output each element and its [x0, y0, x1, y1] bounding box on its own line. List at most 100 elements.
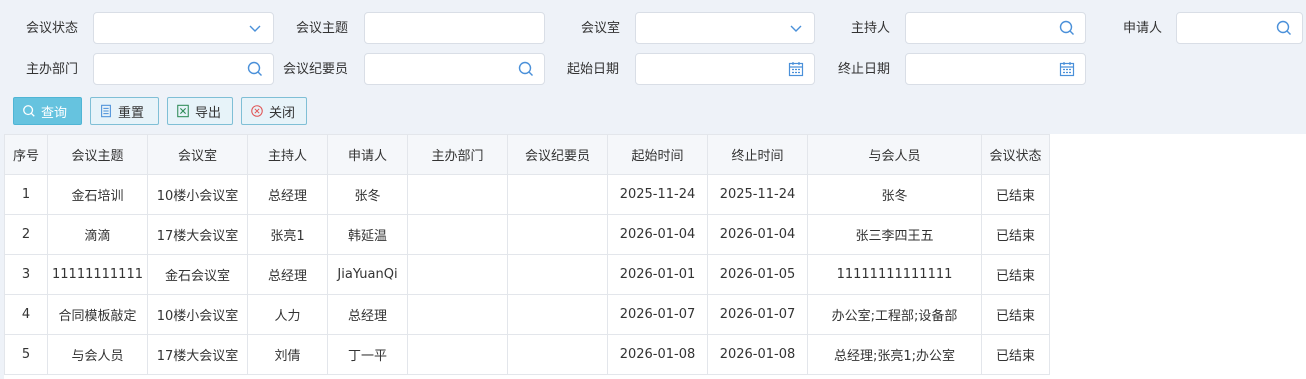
col-header-host[interactable]: 主持人: [247, 134, 328, 175]
cell-topic: 与会人员: [47, 334, 148, 375]
cell-recorder: [507, 214, 608, 255]
cell-dept: [407, 214, 508, 255]
cell-dept: [407, 254, 508, 295]
close-button[interactable]: 关闭: [241, 97, 307, 125]
col-header-applicant[interactable]: 申请人: [327, 134, 408, 175]
reset-button[interactable]: 重置: [90, 97, 159, 125]
topic-input[interactable]: [364, 12, 545, 44]
search-icon: [23, 105, 35, 117]
cell-dept: [407, 174, 508, 215]
cell-attendees: 张冬: [807, 174, 982, 215]
cell-applicant: 张冬: [327, 174, 408, 215]
col-header-end-time[interactable]: 终止时间: [707, 134, 808, 175]
cell-start-time: 2025-11-24: [607, 174, 708, 215]
document-icon: [101, 104, 111, 118]
cell-topic: 金石培训: [47, 174, 148, 215]
export-button[interactable]: 导出: [167, 97, 233, 125]
cell-end-time: 2026-01-07: [707, 294, 808, 335]
topic-label: 会议主题: [296, 21, 349, 36]
cell-recorder: [507, 174, 608, 215]
cell-status: 已结束: [981, 294, 1050, 335]
cell-topic: 滴滴: [47, 214, 148, 255]
cell-status: 已结束: [981, 174, 1050, 215]
chevron-down-icon: [790, 25, 802, 32]
meeting-table-container: 序号 会议主题 会议室 主持人 申请人 主办部门 会议纪要员 起始时间 终止时间…: [4, 134, 1306, 379]
applicant-label: 申请人: [1123, 21, 1163, 36]
cell-attendees: 张三李四王五: [807, 214, 982, 255]
applicant-input[interactable]: [1176, 12, 1303, 44]
close-label: 关闭: [269, 105, 296, 121]
filter-panel: 会议状态 会议主题 会议室 主持人 申请人 主办部门 会议纪要员 起始日期 终止…: [0, 0, 1306, 93]
cell-host: 刘倩: [247, 334, 328, 375]
chevron-down-icon: [249, 25, 261, 32]
table-row[interactable]: 4 合同模板敲定 10楼小会议室 人力 总经理 2026-01-07 2026-01-07 办…: [4, 294, 1050, 335]
cell-end-time: 2026-01-08: [707, 334, 808, 375]
recorder-input[interactable]: [364, 53, 545, 85]
cell-index: 1: [4, 174, 48, 215]
export-label: 导出: [195, 105, 222, 121]
cell-index: 3: [4, 254, 48, 295]
table-row[interactable]: 1 金石培训 10楼小会议室 总经理 张冬 2025-11-24 2025-11-24 张冬已…: [4, 174, 1050, 215]
calendar-icon[interactable]: [788, 61, 804, 77]
table-row[interactable]: 3 11111111111 金石会议室 总经理 JiaYuanQi 2026-01-01 2…: [4, 254, 1050, 295]
cell-applicant: JiaYuanQi: [327, 254, 408, 295]
status-select[interactable]: [93, 12, 274, 44]
start-date-input[interactable]: [635, 53, 815, 85]
col-header-recorder[interactable]: 会议纪要员: [507, 134, 608, 175]
cell-start-time: 2026-01-07: [607, 294, 708, 335]
col-header-dept[interactable]: 主办部门: [407, 134, 508, 175]
cell-topic: 合同模板敲定: [47, 294, 148, 335]
cell-start-time: 2026-01-01: [607, 254, 708, 295]
cell-start-time: 2026-01-08: [607, 334, 708, 375]
host-input[interactable]: [905, 12, 1086, 44]
end-date-label: 终止日期: [838, 62, 891, 77]
cell-recorder: [507, 254, 608, 295]
col-header-status[interactable]: 会议状态: [981, 134, 1050, 175]
start-date-label: 起始日期: [567, 62, 620, 77]
toolbar: 查询 重置 导出 关闭: [13, 97, 307, 125]
host-label: 主持人: [851, 21, 891, 36]
close-circle-icon: [251, 105, 263, 117]
col-header-attendees[interactable]: 与会人员: [807, 134, 982, 175]
meeting-table: 序号 会议主题 会议室 主持人 申请人 主办部门 会议纪要员 起始时间 终止时间…: [4, 134, 1050, 375]
search-icon[interactable]: [518, 61, 534, 77]
cell-end-time: 2026-01-05: [707, 254, 808, 295]
cell-status: 已结束: [981, 254, 1050, 295]
cell-status: 已结束: [981, 334, 1050, 375]
table-row[interactable]: 5 与会人员 17楼大会议室 刘倩 丁一平 2026-01-08 2026-01-08 总经理…: [4, 334, 1050, 375]
cell-applicant: 丁一平: [327, 334, 408, 375]
cell-dept: [407, 334, 508, 375]
recorder-label: 会议纪要员: [283, 62, 349, 77]
col-header-topic[interactable]: 会议主题: [47, 134, 148, 175]
end-date-input[interactable]: [905, 53, 1086, 85]
cell-room: 金石会议室: [147, 254, 248, 295]
col-header-room[interactable]: 会议室: [147, 134, 248, 175]
search-icon[interactable]: [1276, 20, 1292, 36]
col-header-start-time[interactable]: 起始时间: [607, 134, 708, 175]
cell-host: 人力: [247, 294, 328, 335]
search-icon[interactable]: [1059, 20, 1075, 36]
cell-room: 17楼大会议室: [147, 214, 248, 255]
query-label: 查询: [41, 105, 68, 121]
cell-host: 总经理: [247, 174, 328, 215]
cell-room: 17楼大会议室: [147, 334, 248, 375]
col-header-index[interactable]: 序号: [4, 134, 48, 175]
cell-recorder: [507, 334, 608, 375]
dept-input[interactable]: [93, 53, 274, 85]
cell-recorder: [507, 294, 608, 335]
dept-label: 主办部门: [26, 62, 79, 77]
search-icon[interactable]: [247, 61, 263, 77]
cell-end-time: 2025-11-24: [707, 174, 808, 215]
cell-attendees: 11111111111111: [807, 254, 982, 295]
table-header-row: 序号 会议主题 会议室 主持人 申请人 主办部门 会议纪要员 起始时间 终止时间…: [4, 134, 1050, 175]
table-row[interactable]: 2 滴滴 17楼大会议室 张亮1 韩延温 2026-01-04 2026-01-04 张三李四…: [4, 214, 1050, 255]
status-label: 会议状态: [26, 21, 79, 36]
cell-index: 4: [4, 294, 48, 335]
cell-attendees: 总经理;张亮1;办公室: [807, 334, 982, 375]
calendar-icon[interactable]: [1059, 61, 1075, 77]
cell-applicant: 总经理: [327, 294, 408, 335]
cell-index: 2: [4, 214, 48, 255]
query-button[interactable]: 查询: [13, 97, 82, 125]
room-select[interactable]: [635, 12, 815, 44]
cell-start-time: 2026-01-04: [607, 214, 708, 255]
